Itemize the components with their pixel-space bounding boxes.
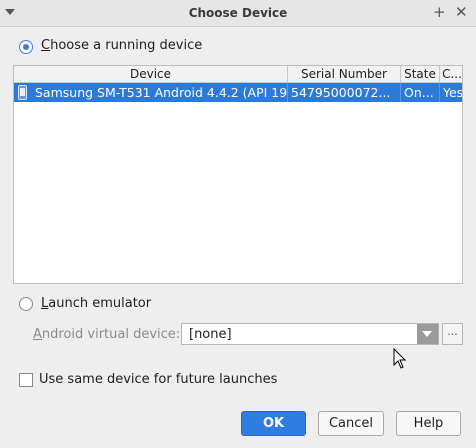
column-serial[interactable]: Serial Number	[288, 66, 401, 82]
avd-label: Android virtual device:	[33, 327, 181, 342]
browse-avd-button[interactable]: ...	[442, 323, 463, 345]
chevron-down-icon[interactable]	[417, 324, 438, 344]
device-table[interactable]: Device Serial Number State C... Samsung …	[13, 65, 463, 284]
mouse-cursor-icon	[393, 348, 407, 369]
column-device[interactable]: Device	[14, 66, 288, 82]
avd-select-value: [none]	[189, 327, 232, 342]
close-icon[interactable]: ✕	[455, 3, 468, 21]
device-cell: Samsung SM-T531 Android 4.4.2 (API 19	[14, 83, 288, 102]
state-cell: On...	[401, 83, 440, 102]
phone-icon	[18, 85, 27, 100]
column-state[interactable]: State	[401, 66, 440, 82]
compatible-cell: Yes	[443, 85, 463, 100]
device-name: Samsung SM-T531 Android 4.4.2 (API 19	[35, 85, 288, 100]
launch-emulator-label[interactable]: Launch emulator	[41, 296, 151, 311]
maximize-icon[interactable]: +	[433, 3, 446, 21]
table-header: Device Serial Number State C...	[14, 66, 462, 83]
same-device-label[interactable]: Use same device for future launches	[39, 372, 277, 387]
launch-emulator-radio[interactable]	[19, 297, 33, 311]
ok-button[interactable]: OK	[241, 411, 306, 436]
help-button[interactable]: Help	[396, 411, 461, 436]
window-title: Choose Device	[188, 6, 288, 20]
column-compatible[interactable]: C...	[440, 66, 462, 82]
serial-cell: 54795000072...	[288, 83, 401, 102]
running-device-label[interactable]: Choose a running device	[41, 38, 202, 53]
same-device-checkbox[interactable]	[19, 373, 33, 387]
cancel-button[interactable]: Cancel	[318, 411, 384, 436]
table-row[interactable]: Samsung SM-T531 Android 4.4.2 (API 19 54…	[14, 83, 462, 102]
title-bar: Choose Device + ✕	[0, 0, 476, 27]
avd-select[interactable]: [none]	[181, 323, 439, 345]
running-device-radio[interactable]	[19, 40, 33, 54]
